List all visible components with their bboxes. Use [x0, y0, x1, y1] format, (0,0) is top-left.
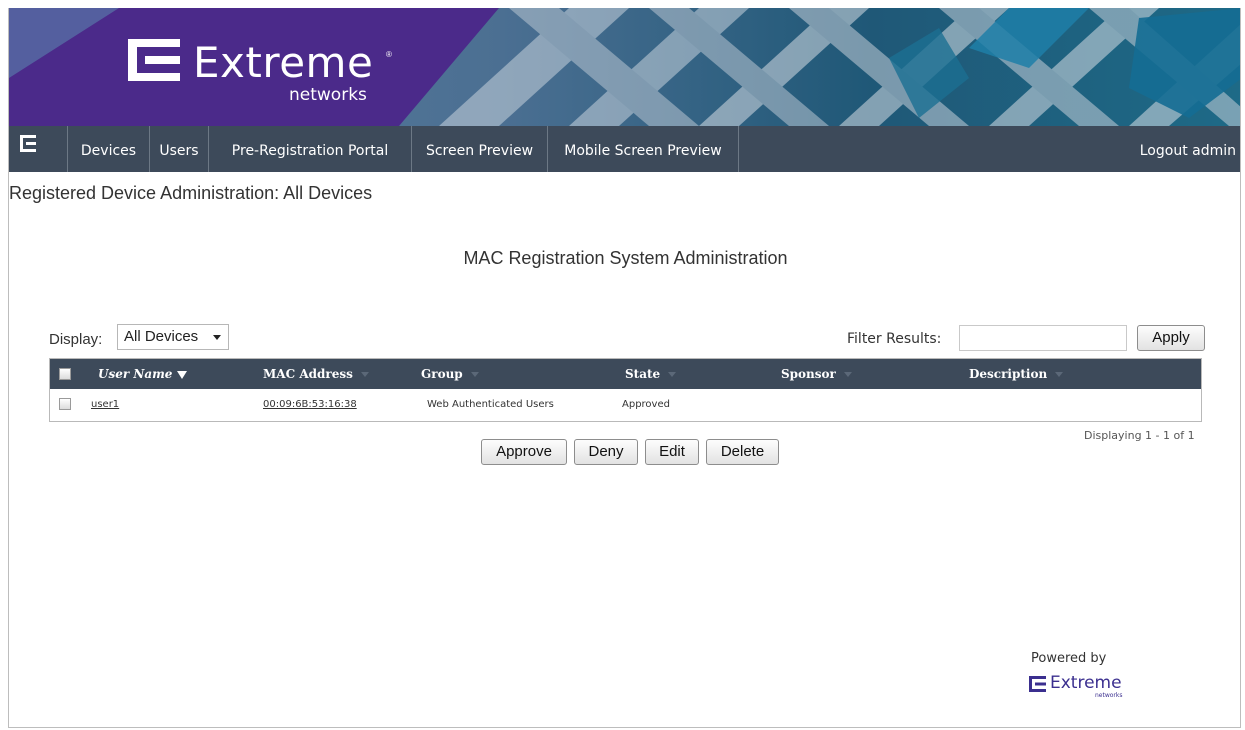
sort-icon [360, 372, 369, 377]
extreme-e-icon [20, 135, 37, 157]
extreme-logo-icon [1029, 676, 1046, 692]
sort-icon [668, 372, 677, 377]
column-header-state[interactable]: State [625, 359, 677, 389]
column-header-user-name[interactable]: User Name [98, 359, 188, 389]
page-title: MAC Registration System Administration [463, 248, 788, 268]
nav-tab-devices[interactable]: Devices [68, 126, 150, 172]
sort-desc-icon [177, 370, 188, 379]
nav-tab-pre-registration-portal[interactable]: Pre-Registration Portal [209, 126, 412, 172]
approve-button[interactable]: Approve [481, 439, 567, 465]
footer-logo: Extreme networks [1029, 673, 1123, 699]
nav-tab-users[interactable]: Users [150, 126, 209, 172]
sort-icon [1055, 372, 1064, 377]
filter-results-input[interactable] [959, 325, 1127, 351]
edit-button[interactable]: Edit [645, 439, 699, 465]
deny-button[interactable]: Deny [574, 439, 638, 465]
sort-icon [843, 372, 852, 377]
brand-subtitle: networks [289, 85, 367, 105]
cell-state: Approved [622, 399, 670, 410]
footer-logo-name: Extreme [1050, 673, 1122, 693]
column-header-sponsor[interactable]: Sponsor [781, 359, 852, 389]
column-header-group[interactable]: Group [421, 359, 479, 389]
nav-tab-screen-preview[interactable]: Screen Preview [412, 126, 548, 172]
display-select[interactable]: All Devices [117, 324, 229, 350]
nav-tab-mobile-screen-preview[interactable]: Mobile Screen Preview [548, 126, 739, 172]
filter-results-label: Filter Results: [847, 331, 942, 347]
cell-mac-address[interactable]: 00:09:6B:53:16:38 [263, 389, 357, 421]
row-checkbox[interactable] [59, 398, 71, 410]
footer-logo-sub: networks [1095, 692, 1123, 699]
cell-group: Web Authenticated Users [427, 399, 554, 410]
display-label: Display: [49, 331, 103, 348]
brand-registered-mark: ® [386, 50, 392, 59]
display-select-value: All Devices [124, 328, 199, 345]
column-header-mac-address[interactable]: MAC Address [263, 359, 369, 389]
header-banner: Extreme ® networks [9, 8, 1240, 126]
chevron-down-icon [213, 335, 221, 340]
page-heading: Registered Device Administration: All De… [9, 183, 373, 203]
logout-link[interactable]: Logout admin [1140, 126, 1236, 172]
table-header: User Name MAC Address Group State Sponso… [50, 359, 1201, 389]
sort-icon [470, 372, 479, 377]
apply-button[interactable]: Apply [1137, 325, 1205, 351]
select-all-checkbox[interactable] [59, 368, 71, 380]
app-frame: Extreme ® networks Devices Users Pre-Reg… [8, 8, 1241, 728]
cell-user-name[interactable]: user1 [91, 389, 119, 421]
main-nav: Devices Users Pre-Registration Portal Sc… [9, 126, 1240, 172]
powered-by-label: Powered by [1031, 651, 1107, 666]
brand-name: Extreme [193, 38, 374, 87]
nav-home-button[interactable] [9, 126, 68, 172]
pager-summary: Displaying 1 - 1 of 1 [1084, 429, 1195, 442]
delete-button[interactable]: Delete [706, 439, 779, 465]
column-header-description[interactable]: Description [969, 359, 1064, 389]
table-row[interactable]: user1 00:09:6B:53:16:38 Web Authenticate… [50, 389, 1201, 421]
devices-table: User Name MAC Address Group State Sponso… [49, 358, 1202, 422]
